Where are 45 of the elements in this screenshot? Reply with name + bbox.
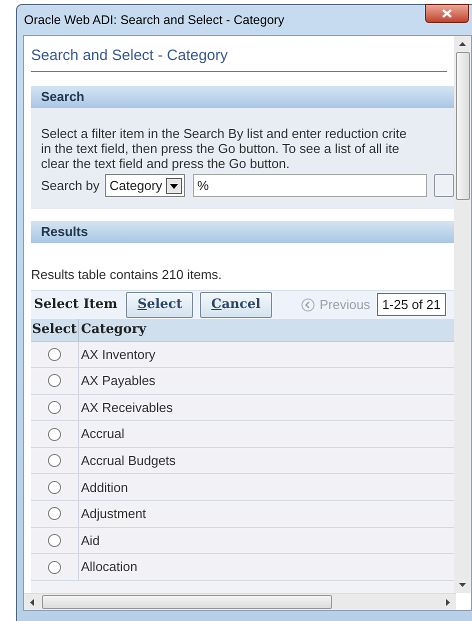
table-toolbar: Select Item Select Cancel Previous 1-25 of 21 <box>31 290 454 318</box>
table-cell-text: Accrual <box>80 425 124 444</box>
table-cell-text: Allocation <box>80 558 138 576</box>
scroll-down-icon <box>459 583 466 587</box>
page-range-select[interactable]: 1-25 of 21 <box>377 293 446 316</box>
radio-button[interactable] <box>48 534 61 547</box>
scroll-up-icon <box>459 42 466 46</box>
previous-icon <box>300 298 315 312</box>
instructions-text: Select a filter item in the Search By list and enter reduction crite in the text field, then press the Go button. To see a list of all ite clear the text field and press the Go button. <box>41 126 408 171</box>
column-header: Category <box>80 320 148 339</box>
close-icon <box>442 9 452 18</box>
scrollbar-thumb[interactable] <box>42 595 332 609</box>
radio-button[interactable] <box>48 374 61 388</box>
scroll-left-icon <box>30 598 34 606</box>
page-title: Search and Select - Category <box>31 47 228 64</box>
radio-button[interactable] <box>48 428 61 441</box>
table-cell-text: Accrual Budgets <box>80 452 176 470</box>
search-by-label: Search by <box>41 176 100 195</box>
radio-button[interactable] <box>48 400 61 414</box>
search-field[interactable]: % <box>193 174 428 197</box>
radio-button[interactable] <box>48 560 61 574</box>
section-header: Results <box>31 221 454 243</box>
toolbar-button[interactable]: Cancel <box>200 292 272 318</box>
close-button[interactable] <box>425 4 469 23</box>
table-cell-text: AX Receivables <box>80 398 173 417</box>
radio-button[interactable] <box>48 507 61 520</box>
radio-button[interactable] <box>48 480 61 494</box>
horizontal-scrollbar[interactable] <box>24 593 456 610</box>
table-cell-text: Addition <box>80 478 128 497</box>
go-button[interactable] <box>434 174 454 197</box>
radio-button[interactable] <box>48 348 61 361</box>
vertical-scrollbar[interactable] <box>454 36 471 593</box>
toolbar-button[interactable]: Select <box>126 292 194 318</box>
column-header: Select <box>31 318 79 340</box>
search-by-dropdown[interactable]: Category <box>104 174 186 197</box>
results-summary: Results table contains 210 items. <box>31 266 223 284</box>
table-cell-text: Adjustment <box>80 505 146 524</box>
table-cell-text: AX Payables <box>80 372 156 390</box>
section-header: Search <box>31 86 454 108</box>
radio-button[interactable] <box>48 454 61 468</box>
window-title: Oracle Web ADI: Search and Select - Category <box>24 12 284 29</box>
scrollbar-thumb[interactable] <box>456 52 470 200</box>
table-cell-text: AX Inventory <box>80 346 156 364</box>
table-cell-text: Aid <box>80 532 100 550</box>
scroll-right-icon <box>446 598 450 606</box>
